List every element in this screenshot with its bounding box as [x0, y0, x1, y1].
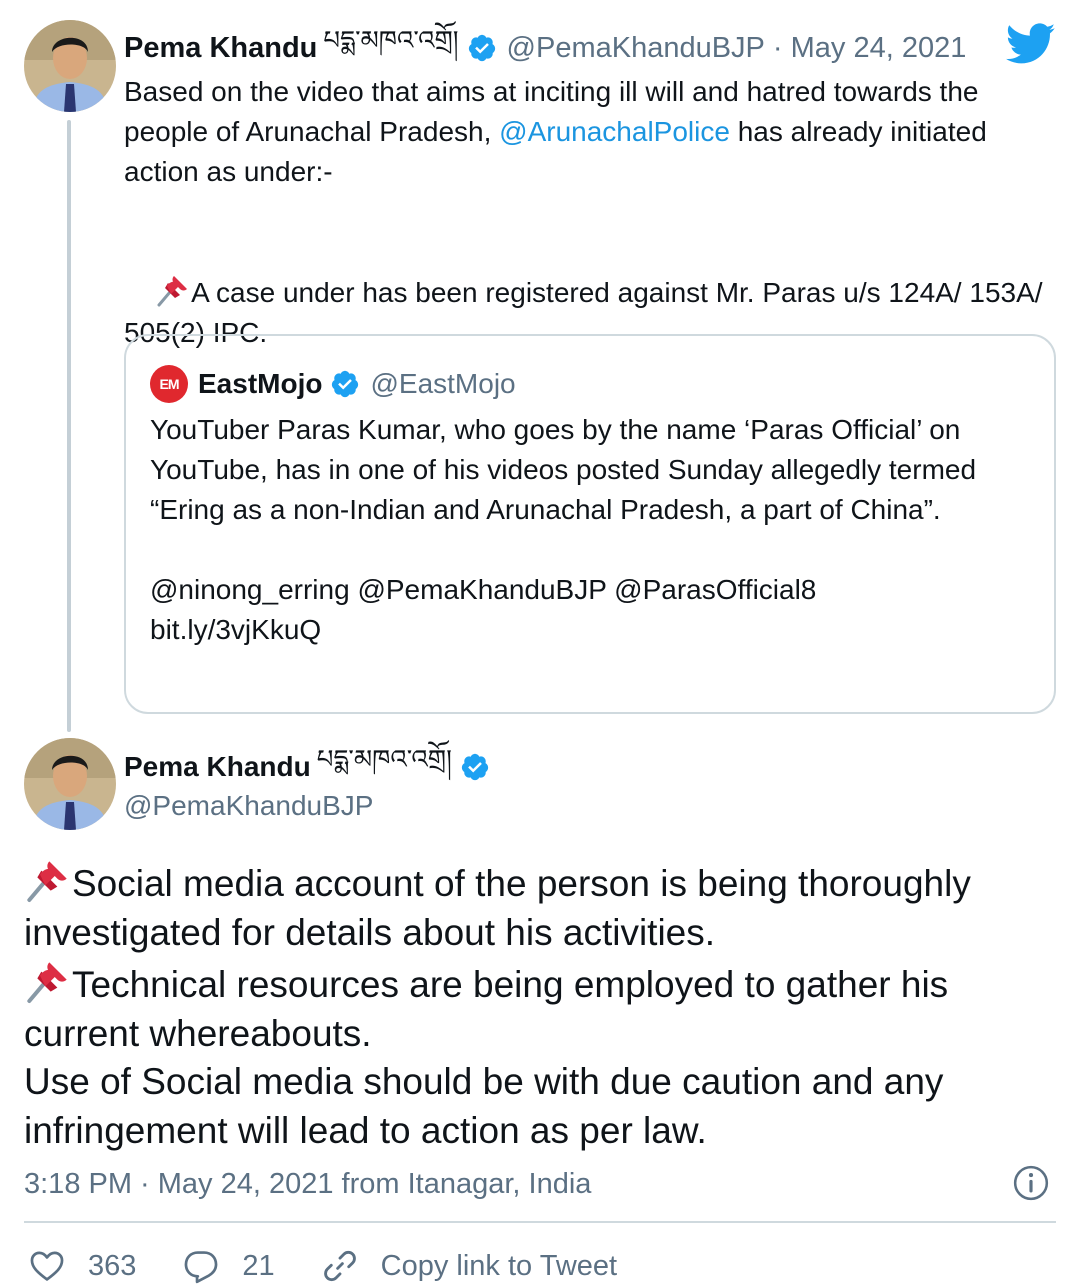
tweet-text: Social media account of the person is be…	[24, 856, 1064, 1155]
author-name[interactable]: Pema Khandu	[124, 32, 317, 65]
tweet-line-1: Social media account of the person is be…	[24, 863, 982, 953]
copy-link-label: Copy link to Tweet	[380, 1249, 618, 1282]
verified-badge-icon	[468, 34, 495, 62]
twitter-bird-icon[interactable]	[1006, 22, 1056, 66]
avatar[interactable]	[24, 738, 116, 830]
pushpin-icon	[27, 861, 67, 902]
like-count: 363	[88, 1249, 137, 1282]
verified-badge-icon	[461, 753, 488, 781]
tweet-line-3: Use of Social media should be with due c…	[24, 1061, 954, 1151]
quoted-header: EM EastMojo @EastMojo	[150, 364, 516, 404]
tweet-date[interactable]: · May 24, 2021	[773, 32, 966, 65]
reply-icon	[185, 1251, 218, 1284]
tweet-timestamp[interactable]: 3:18 PM · May 24, 2021 from Itanagar, In…	[24, 1164, 591, 1204]
verified-badge-icon	[332, 370, 359, 398]
mention-arunachal-police[interactable]: @ArunachalPolice	[499, 116, 730, 147]
quoted-author-name[interactable]: EastMojo	[198, 368, 322, 400]
tweet-header: Pema Khandu པདྨ་མཁའ་འགྲོ།	[124, 745, 490, 788]
divider	[24, 1221, 1056, 1223]
quoted-link[interactable]: bit.ly/3vjKkuQ	[150, 610, 1040, 650]
quoted-tweet[interactable]: EM EastMojo @EastMojo YouTuber Paras Kum…	[124, 334, 1056, 714]
pushpin-icon	[27, 962, 67, 1003]
tweet-line-2: Technical resources are being employed t…	[24, 964, 959, 1054]
info-icon[interactable]	[1012, 1164, 1050, 1202]
heart-icon	[30, 1251, 64, 1281]
quoted-author-handle[interactable]: @EastMojo	[370, 368, 515, 400]
like-button[interactable]: 363	[28, 1247, 136, 1285]
author-name[interactable]: Pema Khandu	[124, 751, 311, 783]
thread-line	[67, 120, 71, 732]
avatar[interactable]	[24, 20, 116, 112]
quoted-text-main: YouTuber Paras Kumar, who goes by the na…	[150, 414, 984, 525]
author-handle[interactable]: @PemaKhanduBJP	[124, 786, 373, 826]
tweet-actions: 363 21 Copy link to Tweet	[28, 1244, 663, 1286]
link-icon	[323, 1250, 356, 1282]
quoted-text: YouTuber Paras Kumar, who goes by the na…	[150, 410, 1040, 650]
reply-count: 21	[242, 1249, 275, 1282]
quoted-mentions[interactable]: @ninong_erring @PemaKhanduBJP @ParasOffi…	[150, 570, 1040, 610]
eastmojo-logo: EM	[150, 365, 188, 403]
pushpin-icon	[157, 276, 188, 307]
author-handle[interactable]: @PemaKhanduBJP	[507, 32, 765, 65]
copy-link-button[interactable]: Copy link to Tweet	[321, 1247, 617, 1285]
reply-button[interactable]: 21	[182, 1247, 275, 1285]
tweet-header: Pema Khandu པདྨ་མཁའ་འགྲོ། @PemaKhanduBJP…	[124, 26, 966, 70]
